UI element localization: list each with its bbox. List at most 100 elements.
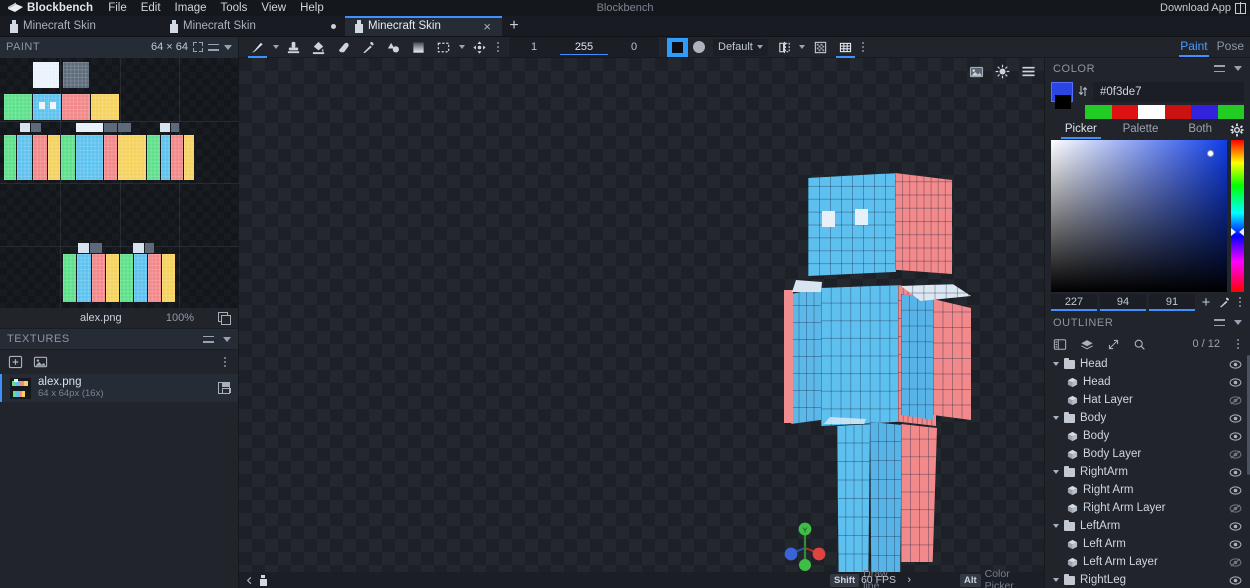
visibility-off-icon[interactable]	[1229, 449, 1242, 459]
skin-person-icon[interactable]	[259, 574, 267, 586]
selection-tool[interactable]	[431, 37, 456, 58]
lighting-icon[interactable]	[995, 64, 1010, 79]
drag-handle-icon[interactable]	[1214, 65, 1225, 72]
menu-image[interactable]: Image	[168, 0, 214, 16]
visibility-icon[interactable]	[1229, 467, 1242, 477]
brush-size-field[interactable]: 1	[510, 39, 558, 55]
texture-list-item-alex[interactable]: alex.png 64 x 64px (16x)	[0, 374, 238, 402]
visibility-icon[interactable]	[1229, 539, 1242, 549]
save-icon[interactable]	[218, 382, 231, 394]
visibility-icon[interactable]	[1229, 521, 1242, 531]
brush-tool[interactable]	[245, 37, 270, 58]
visibility-icon[interactable]	[1229, 413, 1242, 423]
palette-swatch-5[interactable]	[1191, 105, 1218, 119]
visibility-icon[interactable]	[1229, 359, 1242, 369]
picker-handle[interactable]	[1207, 150, 1214, 157]
menu-help[interactable]: Help	[293, 0, 331, 16]
outliner-cube-body[interactable]: Body	[1045, 427, 1250, 445]
uv-texture-canvas[interactable]	[0, 58, 239, 308]
chevron-down-icon[interactable]	[224, 44, 232, 50]
tab-paint-mode[interactable]: Paint	[1179, 39, 1210, 57]
outliner-overflow-icon[interactable]	[1233, 334, 1242, 355]
add-color-button[interactable]: +	[1198, 295, 1214, 310]
tab-minecraft-skin-3[interactable]: Minecraft Skin ×	[345, 16, 502, 36]
gear-icon[interactable]	[1230, 123, 1244, 137]
color-overflow-icon[interactable]	[1235, 292, 1244, 313]
toolbar-overflow-icon[interactable]	[492, 37, 503, 58]
pixel-grid-toggle[interactable]	[808, 37, 833, 58]
outliner-group-rightarm[interactable]: RightArm	[1045, 463, 1250, 481]
duplicate-icon[interactable]	[217, 312, 231, 325]
chevron-down-icon[interactable]	[223, 336, 231, 342]
chevron-down-icon[interactable]	[1234, 320, 1242, 325]
close-icon[interactable]: ×	[481, 20, 493, 33]
mirror-options-caret[interactable]	[797, 37, 808, 58]
drag-handle-icon[interactable]	[1214, 319, 1225, 326]
import-texture-icon[interactable]	[33, 355, 48, 369]
outliner-cube-left-arm-layer[interactable]: Left Arm Layer	[1045, 553, 1250, 571]
chevron-down-icon[interactable]	[1234, 66, 1242, 71]
outliner-cube-hat-layer[interactable]: Hat Layer	[1045, 391, 1250, 409]
eyedropper-icon[interactable]	[1217, 296, 1232, 309]
square-brush-shape-button[interactable]	[667, 37, 688, 57]
toolbar-overflow-icon-2[interactable]	[858, 37, 869, 58]
drag-handle-icon[interactable]	[208, 43, 219, 51]
chevron-down-icon[interactable]	[1053, 362, 1059, 366]
saturation-field[interactable]: 94	[1100, 293, 1146, 311]
add-group-icon[interactable]	[1053, 338, 1067, 351]
paint-grid-toggle[interactable]	[833, 37, 858, 58]
brush-opacity-field[interactable]: 255	[560, 39, 608, 55]
menu-tools[interactable]: Tools	[214, 0, 255, 16]
visibility-off-icon[interactable]	[1229, 395, 1242, 405]
chevron-down-icon[interactable]	[1053, 470, 1059, 474]
tab-palette[interactable]: Palette	[1111, 120, 1171, 139]
visibility-icon[interactable]	[1229, 377, 1242, 387]
outliner-cube-left-arm[interactable]: Left Arm	[1045, 535, 1250, 553]
outliner-group-rightleg[interactable]: RightLeg	[1045, 571, 1250, 588]
circle-brush-shape-button[interactable]	[688, 39, 709, 56]
palette-swatch-4[interactable]	[1164, 105, 1191, 119]
hue-field[interactable]: 227	[1051, 293, 1097, 311]
move-layer-tool[interactable]	[467, 37, 492, 58]
palette-swatch-3[interactable]	[1138, 105, 1165, 119]
chevron-down-icon[interactable]	[1053, 416, 1059, 420]
eraser-tool[interactable]	[331, 37, 356, 58]
outliner-cube-body-layer[interactable]: Body Layer	[1045, 445, 1250, 463]
palette-swatch-2[interactable]	[1111, 105, 1138, 119]
hex-color-field[interactable]: #0f3de7	[1093, 82, 1244, 102]
visibility-icon[interactable]	[1229, 575, 1242, 585]
visibility-off-icon[interactable]	[1229, 503, 1242, 513]
fps-expand-arrow[interactable]: ›	[907, 574, 911, 586]
copy-paste-tool[interactable]	[281, 37, 306, 58]
visibility-off-icon[interactable]	[1229, 557, 1242, 567]
mirror-painting-tool[interactable]	[772, 37, 797, 58]
palette-swatch-1[interactable]	[1085, 105, 1112, 119]
textures-overflow-icon[interactable]	[219, 352, 230, 373]
back-arrow-icon[interactable]	[245, 576, 254, 585]
secondary-color-swatch[interactable]	[1055, 95, 1071, 109]
swap-colors-icon[interactable]	[1078, 85, 1088, 100]
expand-all-icon[interactable]	[1107, 338, 1120, 351]
brush-softness-field[interactable]: 0	[610, 39, 658, 55]
hue-slider[interactable]	[1231, 140, 1244, 292]
visibility-icon[interactable]	[1229, 485, 1242, 495]
menu-edit[interactable]: Edit	[134, 0, 168, 16]
outliner-group-leftarm[interactable]: LeftArm	[1045, 517, 1250, 535]
drag-handle-icon[interactable]	[203, 335, 214, 343]
saturation-value-box[interactable]	[1051, 140, 1227, 292]
color-picker-tool[interactable]	[356, 37, 381, 58]
tab-both[interactable]: Both	[1170, 120, 1230, 139]
viewport-menu-icon[interactable]	[1021, 65, 1036, 78]
tab-pose-mode[interactable]: Pose	[1217, 39, 1244, 55]
gradient-tool[interactable]	[406, 37, 431, 58]
fullscreen-icon[interactable]	[193, 42, 203, 52]
outliner-cube-right-arm[interactable]: Right Arm	[1045, 481, 1250, 499]
fill-tool[interactable]	[306, 37, 331, 58]
visibility-icon[interactable]	[1229, 431, 1242, 441]
menu-view[interactable]: View	[254, 0, 293, 16]
screenshot-icon[interactable]	[969, 65, 984, 79]
toggle-visibility-icon[interactable]	[1080, 338, 1094, 351]
menu-file[interactable]: File	[101, 0, 134, 16]
outliner-group-body[interactable]: Body	[1045, 409, 1250, 427]
chevron-down-icon[interactable]	[1053, 578, 1059, 582]
